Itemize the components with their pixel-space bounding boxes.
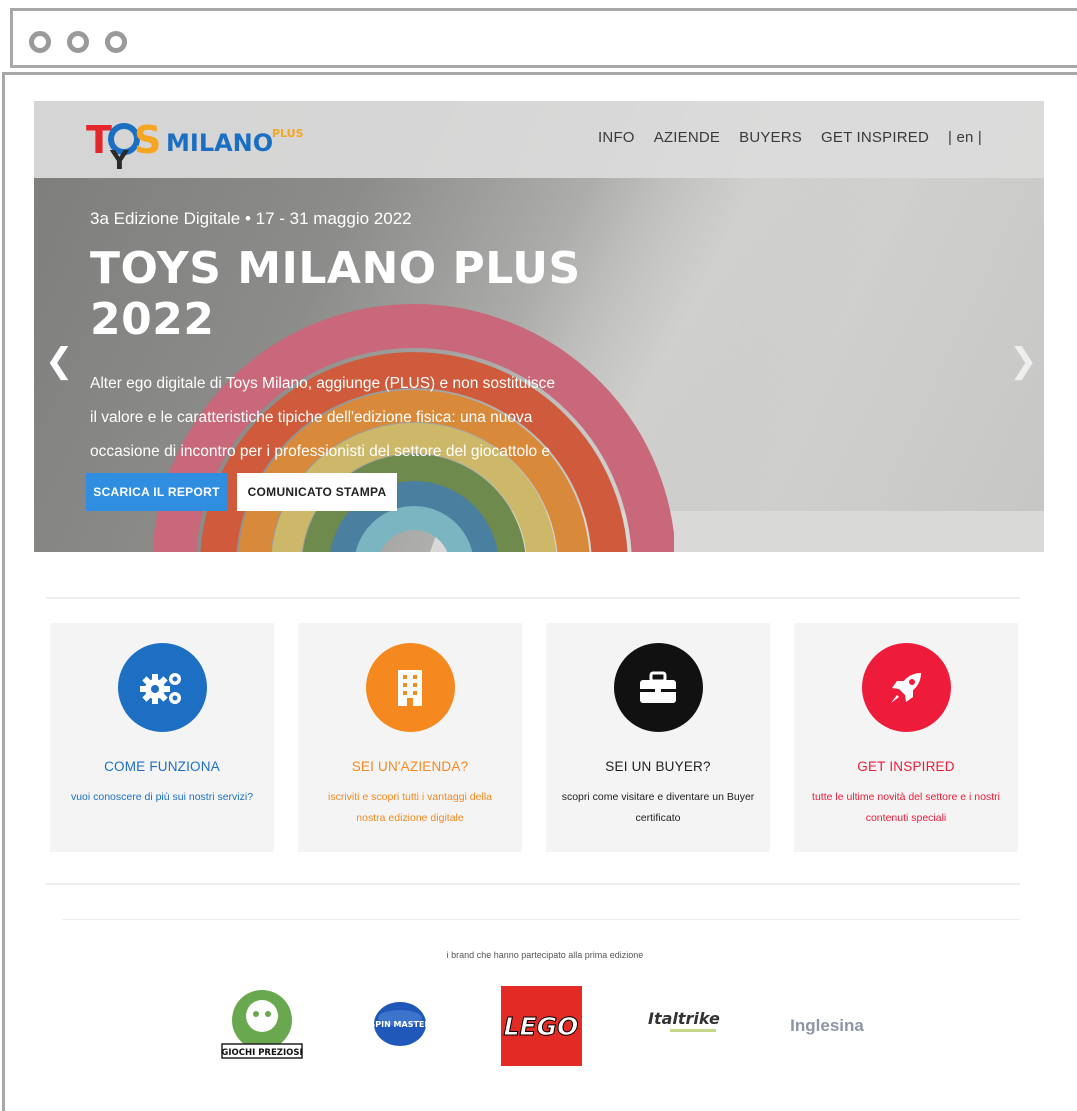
carousel-prev-icon[interactable]: ❮ xyxy=(45,344,74,378)
download-report-button[interactable]: SCARICA IL REPORT xyxy=(86,473,227,511)
card-sei-un-buyer[interactable]: SEI UN BUYER? scopri come visitare e div… xyxy=(546,623,770,852)
spin-master-logo: SPIN MASTER xyxy=(372,1002,428,1046)
hero-edition: 3a Edizione Digitale • 17 - 31 maggio 20… xyxy=(90,209,412,228)
window-controls xyxy=(29,31,127,53)
feature-cards: COME FUNZIONA vuoi conoscere di più sui … xyxy=(50,623,1018,852)
brand-logo-spin-master[interactable]: SPIN MASTER xyxy=(372,1000,428,1048)
brand-label: Inglesina xyxy=(790,1016,864,1035)
gears-icon xyxy=(140,672,181,704)
card-sei-un-azienda[interactable]: SEI UN'AZIENDA? iscriviti e scopri tutti… xyxy=(298,623,522,852)
card-title: GET INSPIRED xyxy=(857,759,955,774)
svg-text:MILANO: MILANO xyxy=(166,129,273,157)
press-release-button[interactable]: COMUNICATO STAMPA xyxy=(237,473,397,511)
nav-item-buyers[interactable]: BUYERS xyxy=(739,129,802,146)
close-window-button[interactable] xyxy=(29,31,51,53)
nav-item-info[interactable]: INFO xyxy=(598,129,635,146)
brand-logo-inglesina[interactable]: Inglesina xyxy=(790,1012,864,1040)
maximize-window-button[interactable] xyxy=(105,31,127,53)
brands-caption: i brand che hanno partecipato alla prima… xyxy=(446,950,644,960)
brand-logo-giochi-preziosi[interactable]: GIOCHI PREZIOSI xyxy=(220,988,304,1060)
italtrike-logo: Italtrike xyxy=(648,1009,720,1032)
card-get-inspired[interactable]: GET INSPIRED tutte le ultime novità del … xyxy=(794,623,1018,852)
divider xyxy=(46,597,1020,599)
divider xyxy=(62,919,1020,920)
card-description: scopri come visitare e diventare un Buye… xyxy=(561,791,755,824)
card-icon-circle xyxy=(861,643,951,732)
minimize-window-button[interactable] xyxy=(67,31,89,53)
hero-text-block: 3a Edizione Digitale • 17 - 31 maggio 20… xyxy=(90,209,690,503)
hero-title: TOYS MILANO PLUS 2022 xyxy=(90,243,581,345)
card-icon-circle xyxy=(117,643,207,732)
brand-label: LEGO xyxy=(504,1012,579,1041)
card-description: iscriviti e scopri tutti i vantaggi dell… xyxy=(328,791,492,824)
hero-buttons: SCARICA IL REPORT COMUNICATO STAMPA xyxy=(86,473,397,511)
card-come-funziona[interactable]: COME FUNZIONA vuoi conoscere di più sui … xyxy=(50,623,274,852)
brand-label: SPIN MASTER xyxy=(372,1020,428,1029)
divider xyxy=(46,883,1020,885)
lego-logo: LEGO xyxy=(503,990,579,1062)
brand-label: GIOCHI PREZIOSI xyxy=(221,1048,302,1058)
language-switch[interactable]: | en | xyxy=(948,129,982,146)
hero-carousel: T Y S MILANO PLUS INFO AZIENDE BUYERS GE… xyxy=(34,101,1044,552)
building-icon xyxy=(398,669,422,706)
card-title: SEI UN BUYER? xyxy=(605,759,711,774)
svg-text:Y: Y xyxy=(109,146,130,171)
nav-item-get-inspired[interactable]: GET INSPIRED xyxy=(821,129,929,146)
giochi-preziosi-logo: GIOCHI PREZIOSI xyxy=(221,990,303,1059)
card-title: SEI UN'AZIENDA? xyxy=(351,759,469,774)
briefcase-icon xyxy=(640,671,676,703)
carousel-next-icon[interactable]: ❯ xyxy=(1009,344,1038,378)
main-nav: INFO AZIENDE BUYERS GET INSPIRED | en | xyxy=(598,129,982,146)
svg-text:S: S xyxy=(134,118,161,162)
card-description: tutte le ultime novità del settore e i n… xyxy=(812,791,1000,824)
browser-title-bar xyxy=(10,8,1077,68)
svg-text:PLUS: PLUS xyxy=(272,127,304,140)
card-icon-circle xyxy=(613,643,703,732)
brand-logo-lego[interactable]: LEGO xyxy=(501,986,582,1066)
card-description: vuoi conoscere di più sui nostri servizi… xyxy=(70,791,254,803)
card-icon-circle xyxy=(365,643,455,732)
brand-label: Italtrike xyxy=(648,1009,720,1028)
nav-item-aziende[interactable]: AZIENDE xyxy=(654,129,720,146)
toys-milano-plus-logo[interactable]: T Y S MILANO PLUS xyxy=(86,109,326,171)
brand-logo-italtrike[interactable]: Italtrike xyxy=(646,1004,724,1040)
card-title: COME FUNZIONA xyxy=(104,759,220,774)
top-navbar: T Y S MILANO PLUS INFO AZIENDE BUYERS GE… xyxy=(34,101,1044,178)
rocket-icon xyxy=(891,672,921,703)
